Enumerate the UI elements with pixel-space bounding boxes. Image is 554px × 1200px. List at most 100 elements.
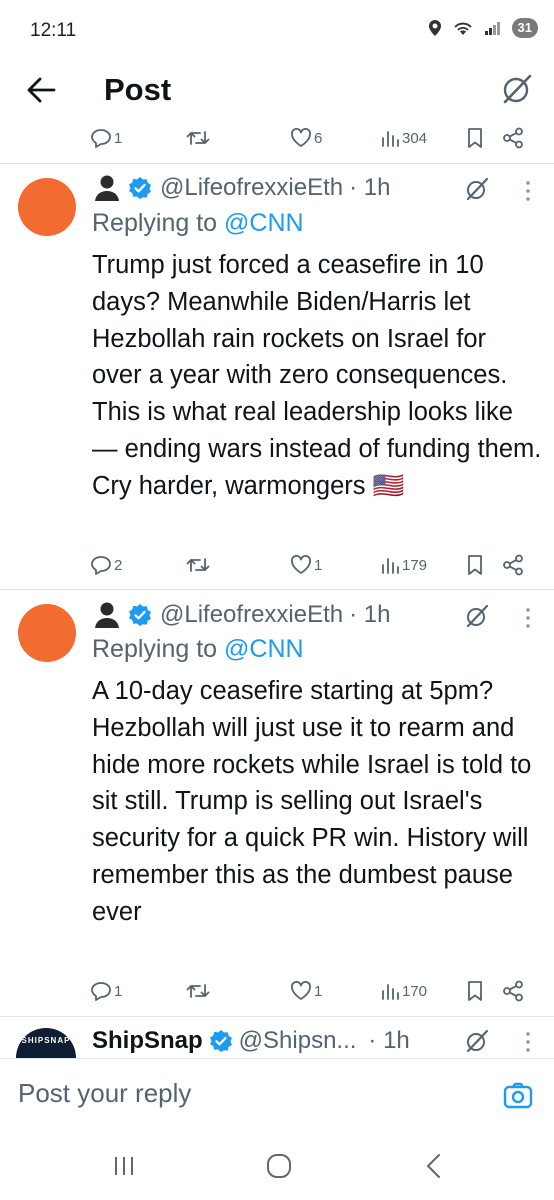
repost-button[interactable] bbox=[186, 129, 290, 147]
share-icon bbox=[503, 127, 523, 149]
reply-button[interactable]: 2 bbox=[90, 555, 186, 575]
views-button[interactable]: 304 bbox=[380, 129, 466, 147]
replying-to: Replying to @CNN bbox=[92, 209, 304, 238]
like-button[interactable]: 6 bbox=[290, 128, 380, 148]
tweet-time: · 1h bbox=[349, 174, 391, 201]
tweet-header: ShipSnap @Shipsn... · 1h bbox=[92, 1024, 410, 1058]
replying-to-link[interactable]: @CNN bbox=[224, 209, 304, 237]
grok-icon bbox=[503, 74, 532, 104]
home-icon bbox=[267, 1154, 291, 1178]
divider bbox=[0, 589, 554, 590]
bookmark-button[interactable] bbox=[466, 127, 502, 149]
bookmark-icon bbox=[468, 981, 482, 1001]
wifi-icon bbox=[453, 22, 472, 35]
signal-icon bbox=[484, 22, 500, 35]
chevron-left-icon bbox=[427, 1154, 440, 1178]
system-back-button[interactable] bbox=[424, 1153, 444, 1184]
grok-button[interactable] bbox=[464, 1028, 490, 1054]
grok-button[interactable] bbox=[500, 72, 534, 106]
share-button[interactable] bbox=[502, 554, 524, 576]
bookmark-button[interactable] bbox=[466, 554, 502, 576]
repost-button[interactable] bbox=[186, 556, 290, 574]
camera-icon bbox=[503, 1082, 533, 1109]
like-count: 6 bbox=[314, 129, 323, 147]
repost-icon bbox=[186, 984, 210, 998]
share-icon bbox=[503, 554, 523, 576]
like-button[interactable]: 1 bbox=[290, 981, 380, 1001]
heart-icon bbox=[291, 981, 311, 1000]
reply-input[interactable]: Post your reply bbox=[18, 1078, 191, 1109]
status-time: 12:11 bbox=[30, 20, 77, 41]
like-button[interactable]: 1 bbox=[290, 555, 380, 575]
tweet-header: @LifeofrexxieEth · 1h bbox=[92, 171, 390, 205]
status-icons: 31 bbox=[428, 18, 538, 38]
avatar-text: SHIPSNAP bbox=[21, 1036, 71, 1045]
replying-label: Replying to bbox=[92, 209, 218, 237]
recents-button[interactable] bbox=[112, 1154, 136, 1183]
bookmark-icon bbox=[468, 555, 482, 575]
reply-button[interactable]: 1 bbox=[90, 128, 186, 148]
grok-icon bbox=[466, 604, 489, 628]
more-vertical-icon bbox=[526, 1032, 530, 1052]
replying-to: Replying to @CNN bbox=[92, 635, 304, 664]
location-icon bbox=[428, 20, 441, 36]
divider bbox=[0, 163, 554, 164]
views-button[interactable]: 170 bbox=[380, 982, 466, 1000]
heart-icon bbox=[291, 555, 311, 574]
grok-button[interactable] bbox=[464, 603, 490, 629]
grok-icon bbox=[466, 177, 489, 201]
tweet-handle[interactable]: @Shipsn... bbox=[239, 1027, 357, 1055]
back-button[interactable] bbox=[26, 70, 56, 110]
view-count: 170 bbox=[402, 982, 428, 1000]
reply-count: 1 bbox=[114, 982, 123, 1000]
bookmark-button[interactable] bbox=[466, 980, 502, 1002]
tweet-time: · 1h bbox=[368, 1027, 410, 1054]
reply-count: 2 bbox=[114, 556, 123, 574]
reply-button[interactable]: 1 bbox=[90, 981, 186, 1001]
more-options-button[interactable] bbox=[518, 1027, 538, 1057]
grok-icon bbox=[466, 1029, 489, 1053]
display-name[interactable]: ShipSnap bbox=[92, 1027, 203, 1055]
tweet-handle[interactable]: @LifeofrexxieEth bbox=[160, 601, 343, 629]
views-icon bbox=[382, 984, 399, 1000]
tweet-text: A 10-day ceasefire starting at 5pm? Hezb… bbox=[92, 677, 532, 926]
recents-icon bbox=[115, 1157, 133, 1175]
share-icon bbox=[503, 980, 523, 1002]
tweet-time: · 1h bbox=[349, 601, 391, 628]
divider bbox=[0, 1016, 554, 1017]
tweet-actions: 1 1 170 bbox=[90, 976, 534, 1006]
user-silhouette-icon bbox=[95, 175, 119, 201]
views-button[interactable]: 179 bbox=[380, 556, 466, 574]
repost-button[interactable] bbox=[186, 982, 290, 1000]
arrow-left-icon bbox=[27, 77, 56, 103]
replying-to-link[interactable]: @CNN bbox=[224, 635, 304, 663]
avatar[interactable] bbox=[18, 178, 76, 236]
more-vertical-icon bbox=[526, 181, 530, 201]
page-title: Post bbox=[104, 72, 172, 107]
system-nav-bar bbox=[0, 1138, 554, 1200]
camera-button[interactable] bbox=[503, 1080, 533, 1110]
view-count: 304 bbox=[402, 129, 428, 147]
like-count: 1 bbox=[314, 982, 323, 1000]
grok-button[interactable] bbox=[464, 176, 490, 202]
replying-label: Replying to bbox=[92, 635, 218, 663]
avatar[interactable] bbox=[18, 604, 76, 662]
battery-indicator: 31 bbox=[511, 18, 538, 38]
home-button[interactable] bbox=[266, 1153, 292, 1184]
reply-icon bbox=[91, 129, 111, 148]
reply-icon bbox=[91, 982, 111, 1001]
bookmark-icon bbox=[468, 128, 482, 148]
more-options-button[interactable] bbox=[518, 176, 538, 206]
tweet-actions: 2 1 179 bbox=[90, 550, 534, 580]
reply-count: 1 bbox=[114, 129, 123, 147]
like-count: 1 bbox=[314, 556, 323, 574]
tweet-header: @LifeofrexxieEth · 1h bbox=[92, 598, 390, 632]
share-button[interactable] bbox=[502, 127, 524, 149]
tweet-handle[interactable]: @LifeofrexxieEth bbox=[160, 174, 343, 202]
views-icon bbox=[382, 558, 399, 574]
more-options-button[interactable] bbox=[518, 603, 538, 633]
share-button[interactable] bbox=[502, 980, 524, 1002]
repost-icon bbox=[186, 131, 210, 145]
tweet-actions: 1 6 304 bbox=[90, 123, 534, 153]
tweet-text: Trump just forced a ceasefire in 10 days… bbox=[92, 251, 542, 500]
